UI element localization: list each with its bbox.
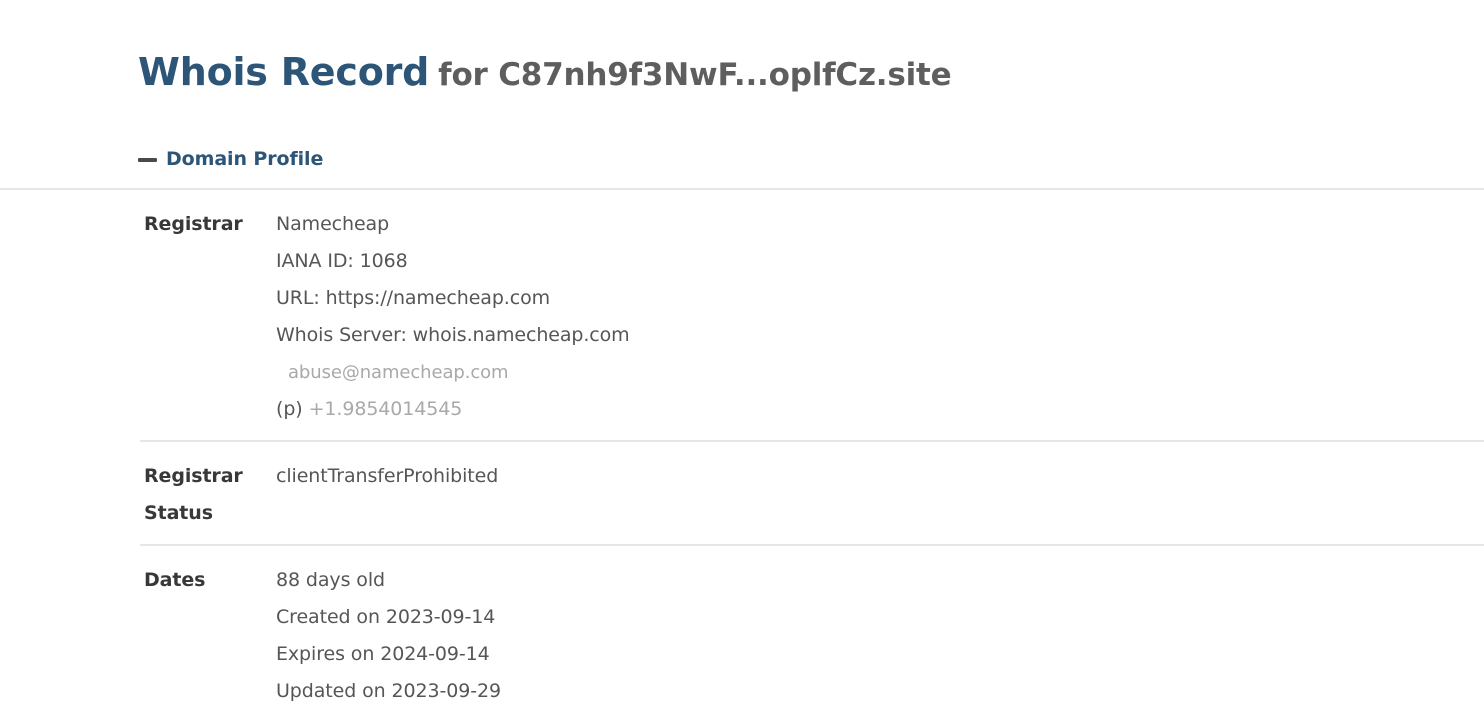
whois-record-page: Whois Record for C87nh9f3NwF...oplfCz.sit… bbox=[0, 0, 1484, 702]
registrar-name: Namecheap bbox=[276, 213, 390, 235]
row-label-registrar-status: Registrar Status bbox=[144, 465, 243, 524]
table-row: Dates 88 days old Created on 2023-09-14 … bbox=[0, 546, 1484, 722]
registrar-abuse-email[interactable]: abuse@namecheap.com bbox=[276, 354, 1484, 391]
section-header-domain-profile[interactable]: Domain Profile bbox=[138, 148, 323, 170]
registrar-phone-row: (p) +1.9854014545 bbox=[276, 391, 1484, 428]
section-title-label: Domain Profile bbox=[166, 148, 324, 170]
row-label-dates: Dates bbox=[144, 569, 206, 591]
domain-age: 88 days old bbox=[276, 569, 385, 591]
registrar-status-value: clientTransferProhibited bbox=[276, 465, 499, 487]
registrar-whois-server: Whois Server: whois.namecheap.com bbox=[276, 324, 630, 346]
registrar-iana-id: IANA ID: 1068 bbox=[276, 250, 408, 272]
domain-profile-table: Registrar Namecheap IANA ID: 1068 URL: h… bbox=[0, 188, 1484, 722]
date-created: Created on 2023-09-14 bbox=[276, 606, 496, 628]
minus-icon[interactable] bbox=[138, 158, 157, 162]
registrar-phone-number[interactable]: +1.9854014545 bbox=[309, 398, 463, 420]
row-values-registrar: Namecheap IANA ID: 1068 URL: https://nam… bbox=[276, 206, 1484, 428]
page-title-domain: for C87nh9f3NwF...oplfCz.site bbox=[438, 57, 952, 93]
table-row: Registrar Status clientTransferProhibite… bbox=[0, 442, 1484, 544]
row-values-registrar-status: clientTransferProhibited bbox=[276, 458, 1484, 495]
page-title: Whois Record for C87nh9f3NwF...oplfCz.sit… bbox=[138, 50, 952, 94]
phone-label: (p) bbox=[276, 398, 303, 420]
page-title-main: Whois Record bbox=[138, 50, 430, 94]
row-label-registrar: Registrar bbox=[144, 213, 243, 235]
date-updated: Updated on 2023-09-29 bbox=[276, 680, 501, 702]
row-values-dates: 88 days old Created on 2023-09-14 Expire… bbox=[276, 562, 1484, 710]
registrar-url: URL: https://namecheap.com bbox=[276, 287, 551, 309]
date-expires: Expires on 2024-09-14 bbox=[276, 643, 490, 665]
table-row: Registrar Namecheap IANA ID: 1068 URL: h… bbox=[0, 190, 1484, 440]
